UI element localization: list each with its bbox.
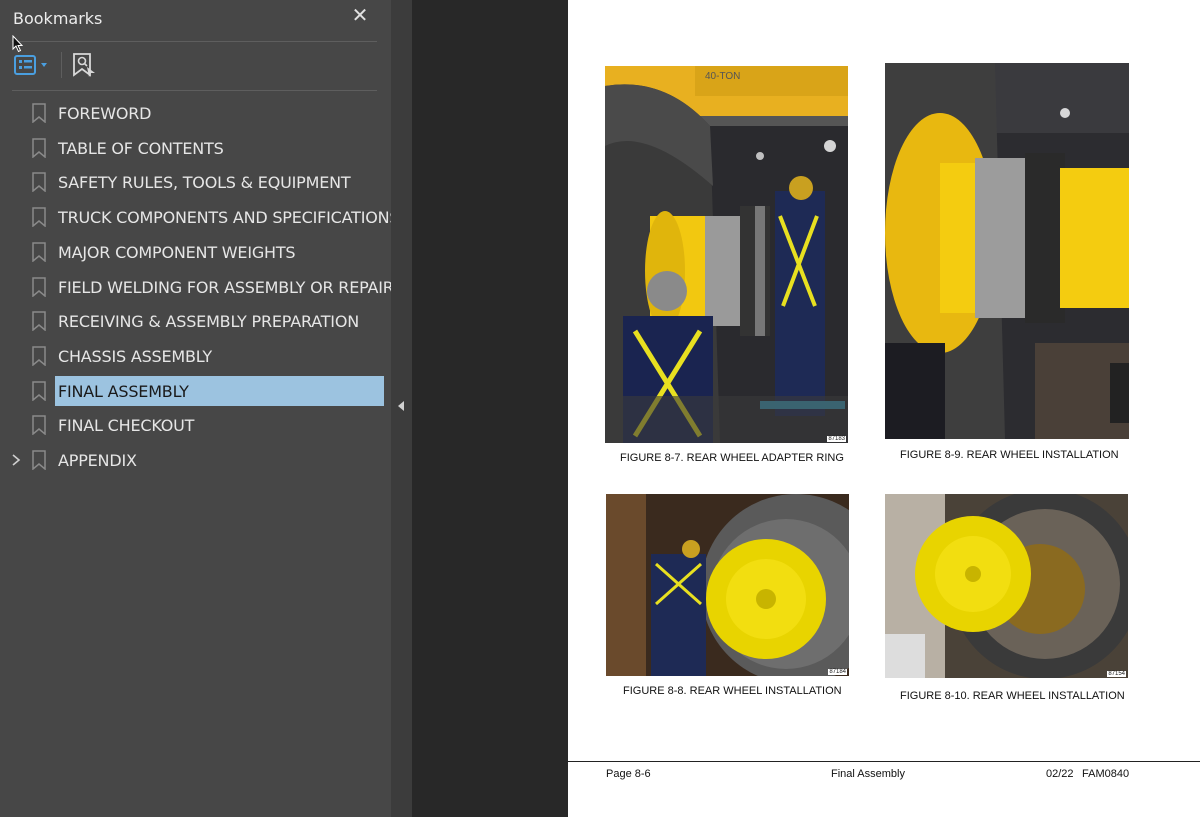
bookmark-label: RECEIVING & ASSEMBLY PREPARATION [58, 311, 359, 331]
figure-8-7-photo: 40-TON 87183 [605, 66, 848, 443]
figure-number: 87183 [827, 436, 846, 442]
bookmark-icon [32, 415, 46, 435]
figure-8-8-photo: 87184 [606, 494, 849, 676]
bookmark-final-checkout[interactable]: FINAL CHECKOUT [0, 408, 391, 442]
toolbar-divider [61, 52, 62, 78]
bookmark-label: TABLE OF CONTENTS [58, 138, 224, 158]
divider [12, 41, 377, 42]
bookmarks-panel: Bookmarks ✕ FOREWORD TABLE OF CONTENTS S… [0, 0, 400, 817]
bookmark-label: FIELD WELDING FOR ASSEMBLY OR REPAIR [58, 277, 394, 297]
panel-title: Bookmarks [13, 9, 103, 28]
bookmark-label: FOREWORD [58, 103, 152, 123]
footer-page-number: Page 8-6 [606, 768, 651, 780]
bookmark-icon [32, 138, 46, 158]
bookmark-label: CHASSIS ASSEMBLY [58, 346, 212, 366]
bookmark-table-of-contents[interactable]: TABLE OF CONTENTS [0, 131, 391, 165]
divider [12, 90, 377, 91]
bookmark-receiving-preparation[interactable]: RECEIVING & ASSEMBLY PREPARATION [0, 304, 391, 338]
list-options-icon [14, 55, 47, 75]
bookmark-major-component-weights[interactable]: MAJOR COMPONENT WEIGHTS [0, 235, 391, 269]
rear-wheel-adapter-ring-photo: 40-TON [605, 66, 848, 443]
bookmark-label: FINAL CHECKOUT [58, 415, 195, 435]
bookmark-final-assembly[interactable]: FINAL ASSEMBLY [0, 374, 391, 408]
bookmark-icon [32, 207, 46, 227]
figure-number: 87154 [1107, 671, 1126, 677]
bookmark-chassis-assembly[interactable]: CHASSIS ASSEMBLY [0, 339, 391, 373]
bookmark-label: FINAL ASSEMBLY [58, 381, 189, 401]
collapse-arrow-icon [398, 401, 404, 411]
figure-caption: FIGURE 8-8. REAR WHEEL INSTALLATION [623, 685, 842, 697]
figure-8-9-photo [885, 63, 1129, 439]
figure-8-10-photo: 87154 [885, 494, 1128, 678]
bookmark-icon [32, 103, 46, 123]
bookmark-icon [32, 311, 46, 331]
panel-collapse-splitter[interactable] [391, 0, 412, 817]
figure-number: 87184 [828, 669, 847, 675]
footer-rule [568, 761, 1200, 762]
bookmark-icon [32, 381, 46, 401]
bookmark-label: APPENDIX [58, 450, 137, 470]
bookmark-icon [32, 346, 46, 366]
footer-section-title: Final Assembly [831, 768, 905, 780]
footer-date: 02/22 [1046, 768, 1074, 780]
bookmark-foreword[interactable]: FOREWORD [0, 96, 391, 130]
bookmark-label: TRUCK COMPONENTS AND SPECIFICATIONS [58, 207, 400, 227]
figure-caption: FIGURE 8-9. REAR WHEEL INSTALLATION [900, 449, 1119, 461]
footer-doc-id: FAM0840 [1082, 768, 1130, 780]
bookmark-icon [32, 277, 46, 297]
crane-sign-text: 40-TON [705, 71, 740, 82]
bookmark-appendix[interactable]: APPENDIX [0, 443, 391, 477]
bookmark-safety-rules[interactable]: SAFETY RULES, TOOLS & EQUIPMENT [0, 165, 391, 199]
close-icon[interactable]: ✕ [350, 6, 370, 26]
bookmark-icon [32, 172, 46, 192]
rear-wheel-installation-photo [885, 494, 1128, 678]
rear-wheel-installation-photo [606, 494, 849, 676]
figure-caption: FIGURE 8-10. REAR WHEEL INSTALLATION [900, 690, 1125, 702]
mouse-cursor-icon [12, 35, 24, 53]
bookmark-truck-components[interactable]: TRUCK COMPONENTS AND SPECIFICATIONS [0, 200, 400, 234]
find-bookmark-icon [73, 53, 95, 77]
figure-caption: FIGURE 8-7. REAR WHEEL ADAPTER RING [620, 452, 844, 464]
rear-wheel-installation-photo [885, 63, 1129, 439]
bookmark-field-welding[interactable]: FIELD WELDING FOR ASSEMBLY OR REPAIR [0, 270, 394, 304]
bookmark-label: MAJOR COMPONENT WEIGHTS [58, 242, 296, 262]
bookmark-icon [32, 242, 46, 262]
bookmark-icon [32, 450, 46, 470]
bookmark-options-button[interactable] [13, 51, 49, 79]
viewer-background [412, 0, 568, 817]
bookmark-label: SAFETY RULES, TOOLS & EQUIPMENT [58, 172, 351, 192]
document-page: 40-TON 87183 FIGURE 8-7. REAR WHEEL ADAP… [568, 0, 1200, 817]
find-bookmark-button[interactable] [70, 51, 98, 79]
chevron-right-icon[interactable] [9, 453, 23, 467]
